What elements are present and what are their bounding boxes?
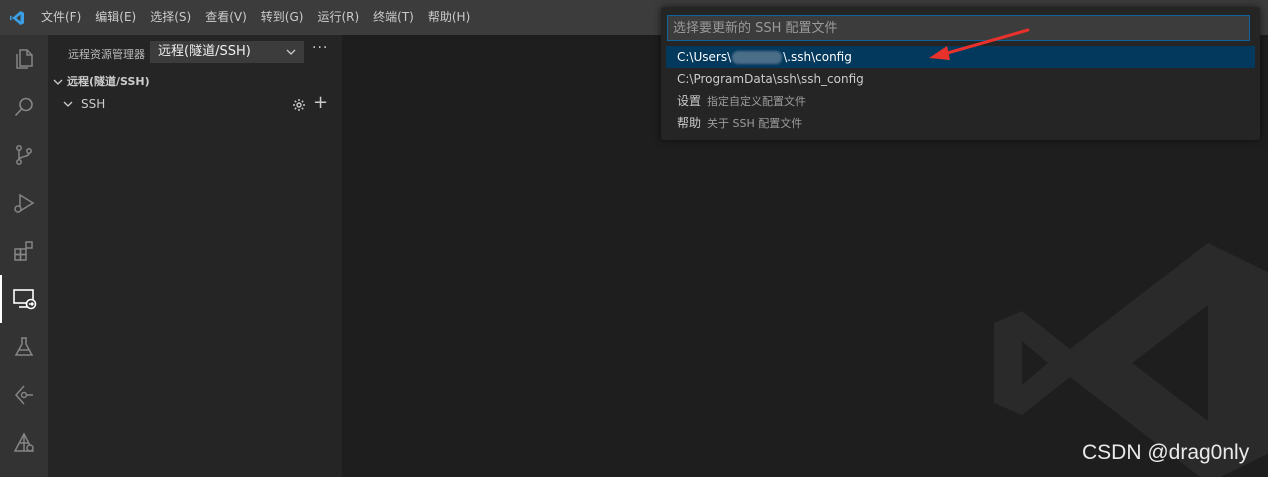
- menu-file[interactable]: 文件(F): [34, 0, 88, 35]
- remote-type-value: 远程(隧道/SSH): [158, 44, 251, 59]
- run-debug-icon[interactable]: [0, 179, 48, 227]
- vscode-logo-icon: [0, 0, 34, 35]
- chevron-down-icon: [63, 93, 73, 124]
- git-graph-icon[interactable]: [0, 371, 48, 419]
- extensions-icon[interactable]: [0, 227, 48, 275]
- add-icon[interactable]: +: [313, 93, 328, 113]
- quick-pick: C:\Users\ \.ssh\config C:\ProgramData\ssh…: [661, 7, 1260, 140]
- redacted-username: [732, 51, 783, 64]
- quick-pick-item-system-config[interactable]: C:\ProgramData\ssh\ssh_config: [666, 68, 1255, 90]
- activity-bar: [0, 35, 48, 477]
- menu-selection[interactable]: 选择(S): [143, 0, 198, 35]
- section-title: 远程(隧道/SSH): [67, 75, 150, 88]
- remote-explorer-icon[interactable]: [0, 275, 48, 323]
- config-path-prefix: C:\Users\: [677, 50, 732, 64]
- menu-edit[interactable]: 编辑(E): [88, 0, 143, 35]
- section-header-remote[interactable]: 远程(隧道/SSH): [48, 72, 342, 92]
- menu-run[interactable]: 运行(R): [310, 0, 366, 35]
- menu-help[interactable]: 帮助(H): [421, 0, 477, 35]
- tree-item-label: SSH: [81, 97, 106, 111]
- config-path: C:\ProgramData\ssh\ssh_config: [677, 72, 864, 86]
- remote-deploy-icon[interactable]: [0, 419, 48, 467]
- quick-pick-item-settings[interactable]: 设置 指定自定义配置文件: [666, 90, 1255, 112]
- quick-pick-item-user-config[interactable]: C:\Users\ \.ssh\config: [666, 46, 1255, 68]
- testing-icon[interactable]: [0, 323, 48, 371]
- explorer-icon[interactable]: [0, 35, 48, 83]
- more-actions-icon[interactable]: ···: [312, 40, 328, 56]
- item-label: 设置: [677, 94, 702, 108]
- quick-pick-item-help[interactable]: 帮助 关于 SSH 配置文件: [666, 112, 1255, 134]
- menu-terminal[interactable]: 终端(T): [366, 0, 421, 35]
- item-label: 帮助: [677, 116, 702, 130]
- menu-view[interactable]: 查看(V): [198, 0, 254, 35]
- item-description: 指定自定义配置文件: [707, 95, 807, 108]
- csdn-watermark: CSDN @drag0nly: [1082, 441, 1250, 464]
- menu-go[interactable]: 转到(G): [254, 0, 311, 35]
- tree-item-ssh[interactable]: SSH +: [48, 93, 342, 115]
- search-icon[interactable]: [0, 83, 48, 131]
- remote-type-select[interactable]: 远程(隧道/SSH): [150, 41, 304, 63]
- quick-pick-input[interactable]: [667, 15, 1250, 41]
- sidebar-header: 远程资源管理器 远程(隧道/SSH) ···: [48, 35, 342, 70]
- item-description: 关于 SSH 配置文件: [707, 117, 803, 130]
- remote-explorer-sidebar: 远程资源管理器 远程(隧道/SSH) ··· 远程(隧道/SSH) SSH +: [48, 35, 342, 477]
- sidebar-title: 远程资源管理器: [68, 48, 145, 61]
- config-path-suffix: \.ssh\config: [783, 50, 852, 64]
- menu-bar: 文件(F) 编辑(E) 选择(S) 查看(V) 转到(G) 运行(R) 终端(T…: [34, 0, 477, 35]
- gear-icon[interactable]: [292, 97, 306, 119]
- chevron-down-icon: [286, 41, 296, 72]
- source-control-icon[interactable]: [0, 131, 48, 179]
